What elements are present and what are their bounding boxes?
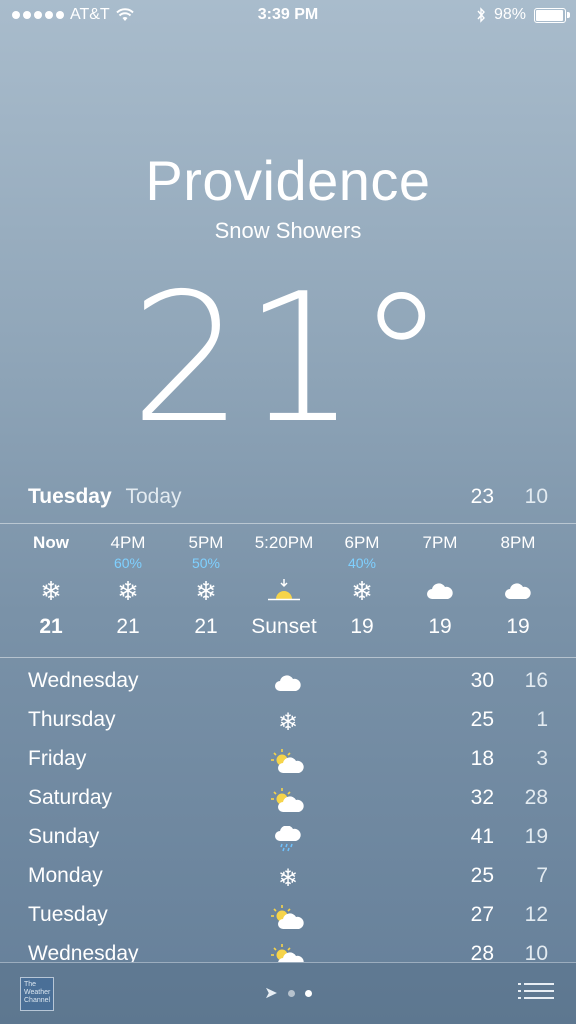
day-low: 28: [524, 786, 548, 809]
hour-temp: Sunset: [251, 615, 317, 638]
partly-sunny-icon: [268, 784, 308, 816]
hourly-item: 4PM 60% ❄ 21: [83, 533, 173, 639]
partly-sunny-icon: [268, 901, 308, 933]
list-menu-icon[interactable]: [518, 983, 554, 1004]
cloud-icon: [473, 573, 563, 609]
hourly-item: 5PM 50% ❄ 21: [161, 533, 251, 639]
day-name: Wednesday: [28, 669, 139, 692]
day-name: Saturday: [28, 786, 113, 809]
list-item: Sunday 41 19: [0, 823, 576, 859]
list-item: Wednesday 28 10: [0, 940, 576, 962]
day-high: 30: [470, 669, 494, 692]
today-high: 23: [470, 485, 494, 508]
snowflake-icon: ❄: [277, 864, 299, 892]
today-day: Tuesday: [28, 485, 112, 508]
page-dot[interactable]: [287, 989, 295, 997]
list-item: Friday 18 3: [0, 745, 576, 781]
precip-chance: 40%: [347, 555, 377, 571]
condition-text: Snow Showers: [214, 218, 362, 243]
day-name: Wednesday: [28, 942, 139, 962]
divider: [0, 657, 576, 658]
day-low: 7: [536, 864, 548, 887]
day-high: 28: [470, 942, 494, 962]
battery-icon: [534, 7, 570, 23]
hour-temp: 19: [350, 615, 374, 638]
hour-time: 6PM: [344, 533, 380, 552]
cloud-icon: [268, 667, 308, 699]
battery-percent: 98%: [493, 6, 526, 23]
list-item: Thursday ❄ 25 1: [0, 706, 576, 742]
bluetooth-icon: [477, 7, 485, 23]
day-low: 12: [524, 903, 548, 926]
precip-chance: 50%: [191, 555, 221, 571]
hour-temp: 19: [506, 615, 530, 638]
hourly-item: 6PM 40% ❄ 19: [317, 533, 407, 639]
cloud-icon: [395, 573, 485, 609]
day-high: 27: [470, 903, 494, 926]
location-arrow-icon[interactable]: ➤: [264, 983, 277, 1003]
list-item: Wednesday 30 16: [0, 667, 576, 703]
current-temperature: 21°: [130, 255, 446, 462]
hour-time: 8PM: [500, 533, 536, 552]
day-high: 18: [470, 747, 494, 770]
divider: [0, 523, 576, 524]
day-high: 41: [470, 825, 494, 848]
snowflake-icon: ❄: [351, 575, 373, 606]
day-name: Tuesday: [28, 903, 108, 926]
day-low: 3: [536, 747, 548, 770]
page-indicator[interactable]: ➤: [0, 983, 576, 1003]
hour-time: 4PM: [110, 533, 146, 552]
page-dot-active[interactable]: [304, 989, 312, 997]
list-item: Monday ❄ 25 7: [0, 862, 576, 898]
precip-chance: [395, 555, 485, 573]
hour-temp: 21: [116, 615, 140, 638]
day-name: Thursday: [28, 708, 116, 731]
snowflake-icon: ❄: [277, 708, 299, 736]
hourly-item: 5:20PM Sunset: [239, 533, 329, 639]
hourly-forecast[interactable]: Now ❄ 21 4PM 60% ❄ 21 5PM 50% ❄ 21 5:20P…: [0, 533, 576, 653]
hour-time: 7PM: [422, 533, 458, 552]
precip-chance: [239, 555, 329, 573]
precip-chance: [473, 555, 563, 573]
list-item: Tuesday 27 12: [0, 901, 576, 937]
today-label: Today: [125, 485, 182, 508]
precip-chance: 60%: [113, 555, 143, 571]
day-high: 25: [470, 708, 494, 731]
day-name: Sunday: [28, 825, 100, 848]
hour-temp: 21: [194, 615, 218, 638]
day-low: 1: [536, 708, 548, 731]
partly-sunny-icon: [268, 940, 308, 962]
hour-time: 5PM: [188, 533, 224, 552]
snowflake-icon: ❄: [117, 575, 139, 606]
status-bar: AT&T 3:39 PM 98%: [0, 0, 576, 30]
list-item: Saturday 32 28: [0, 784, 576, 820]
day-high: 25: [470, 864, 494, 887]
hourly-item: 8PM 19: [473, 533, 563, 639]
hour-temp: 19: [428, 615, 452, 638]
hourly-item: 7PM 19: [395, 533, 485, 639]
today-summary: Tuesday Today 23 10: [28, 485, 548, 515]
day-name: Monday: [28, 864, 103, 887]
hour-time: 5:20PM: [254, 533, 314, 552]
partly-sunny-icon: [268, 745, 308, 777]
day-low: 10: [524, 942, 548, 962]
today-low: 10: [524, 485, 548, 508]
city-name: Providence: [145, 149, 431, 212]
bottom-toolbar: The Weather Channel ➤: [0, 963, 576, 1024]
snowflake-icon: ❄: [195, 575, 217, 606]
sunset-icon: [239, 573, 329, 609]
day-low: 16: [524, 669, 548, 692]
day-name: Friday: [28, 747, 87, 770]
day-high: 32: [470, 786, 494, 809]
day-low: 19: [524, 825, 548, 848]
rain-cloud-icon: [268, 823, 308, 855]
